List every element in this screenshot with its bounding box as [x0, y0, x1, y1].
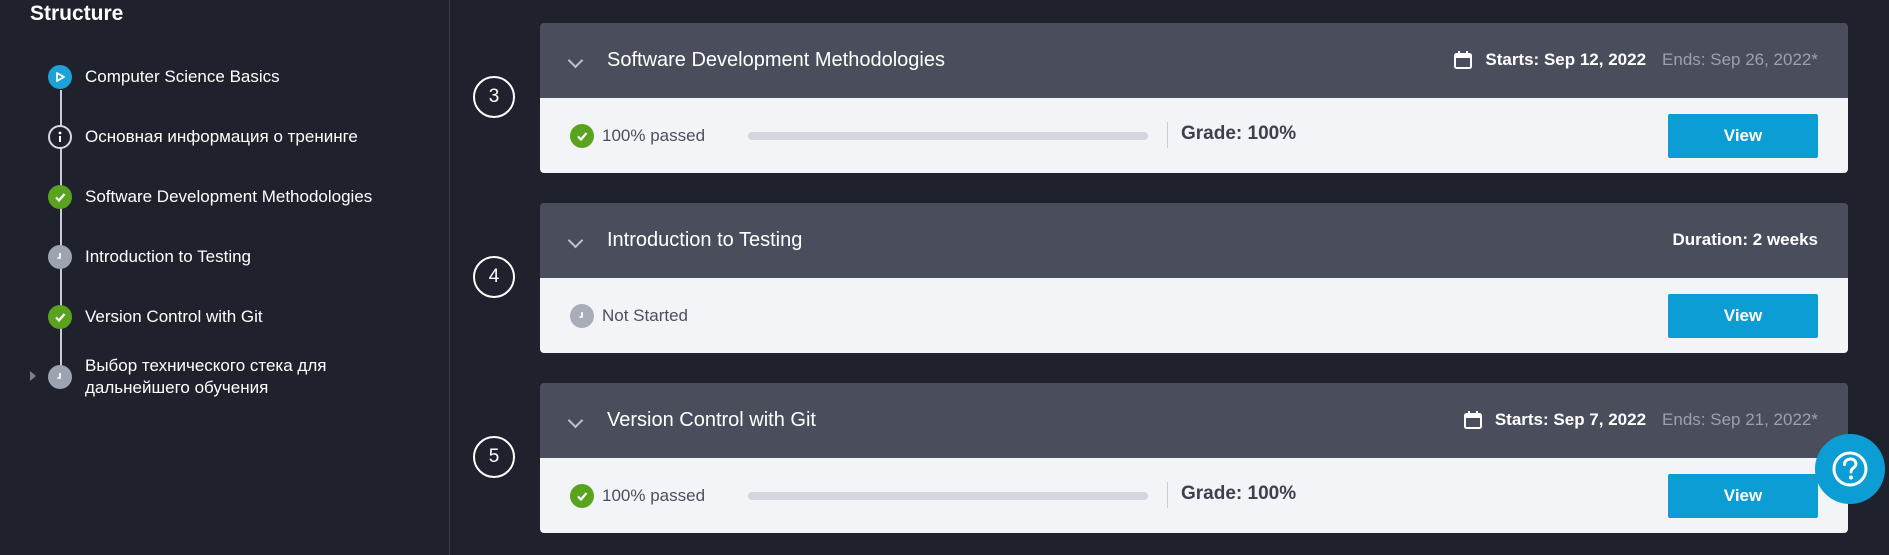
module-title: Version Control with Git: [607, 409, 816, 431]
sidebar-item-training-info[interactable]: Основная информация о тренинге: [48, 124, 358, 150]
sidebar-item-introduction-to-testing[interactable]: Introduction to Testing: [48, 244, 251, 270]
check-icon: [570, 484, 594, 508]
module-card: Version Control with Git Starts: Sep 7, …: [540, 383, 1848, 533]
status-text: 100% passed: [602, 126, 706, 145]
view-button[interactable]: View: [1668, 474, 1818, 518]
step-number: 5: [473, 436, 515, 478]
info-icon: [48, 125, 72, 149]
sidebar-item-tech-stack[interactable]: Выбор технического стека для дальнейшего…: [48, 352, 385, 402]
sidebar-item-label: Computer Science Basics: [85, 67, 280, 86]
start-date: Starts: Sep 7, 2022: [1494, 410, 1647, 429]
sidebar-item-software-development-methodologies[interactable]: Software Development Methodologies: [48, 184, 372, 210]
clock-icon: [570, 304, 594, 328]
module-title: Software Development Methodologies: [607, 49, 945, 71]
help-button[interactable]: [1815, 434, 1885, 504]
end-date: Ends: Sep 21, 2022*: [1662, 410, 1818, 429]
grade-text: Grade: 100%: [1181, 123, 1297, 144]
module-title: Introduction to Testing: [607, 229, 803, 251]
sidebar-item-computer-science-basics[interactable]: Computer Science Basics: [48, 64, 280, 90]
question-mark-icon: [1832, 451, 1868, 487]
play-icon: [48, 65, 72, 89]
module-card: Software Development Methodologies Start…: [540, 23, 1848, 173]
chevron-down-icon[interactable]: [567, 52, 584, 69]
sidebar-item-label: Выбор технического стека для дальнейшего…: [85, 356, 327, 397]
clock-icon: [48, 365, 72, 389]
status-text: Not Started: [602, 306, 688, 325]
progress-fill: [748, 132, 1148, 140]
structure-sidebar: Structure Computer Science Basics Основн…: [0, 0, 450, 555]
sidebar-item-label: Основная информация о тренинге: [85, 127, 358, 146]
view-button[interactable]: View: [1668, 294, 1818, 338]
chevron-down-icon[interactable]: [567, 412, 584, 429]
progress-fill: [748, 492, 1148, 500]
check-icon: [570, 124, 594, 148]
clock-icon: [48, 245, 72, 269]
module-status: 100% passed: [570, 484, 705, 508]
duration-text: Duration: 2 weeks: [1672, 230, 1819, 249]
grade-text: Grade: 100%: [1181, 483, 1297, 504]
module-body: 100% passed Grade: 100% View: [540, 458, 1848, 533]
module-card: Introduction to Testing Duration: 2 week…: [540, 203, 1848, 353]
sidebar-item-label: Version Control with Git: [85, 307, 263, 326]
step-number: 3: [473, 76, 515, 118]
progress-bar: [748, 492, 1148, 500]
expand-arrow-icon[interactable]: [30, 371, 36, 381]
progress-bar: [748, 132, 1148, 140]
sidebar-item-version-control-with-git[interactable]: Version Control with Git: [48, 304, 263, 330]
divider: [1167, 482, 1168, 508]
end-date: Ends: Sep 26, 2022*: [1662, 50, 1818, 69]
module-status: Not Started: [570, 304, 688, 328]
module-duration: Duration: 2 weeks: [1673, 227, 1819, 253]
module-body: Not Started View: [540, 278, 1848, 353]
start-date: Starts: Sep 12, 2022: [1485, 50, 1647, 69]
step-number: 4: [473, 256, 515, 298]
view-button[interactable]: View: [1668, 114, 1818, 158]
module-dates: Starts: Sep 7, 2022 Ends: Sep 21, 2022*: [1463, 407, 1818, 433]
module-body: 100% passed Grade: 100% View: [540, 98, 1848, 173]
divider: [1167, 122, 1168, 148]
chevron-down-icon[interactable]: [567, 232, 584, 249]
calendar-icon: [1463, 411, 1482, 429]
check-icon: [48, 185, 72, 209]
check-icon: [48, 305, 72, 329]
module-header[interactable]: Software Development Methodologies Start…: [540, 23, 1848, 98]
calendar-icon: [1454, 51, 1473, 69]
sidebar-title: Structure: [30, 2, 124, 25]
sidebar-item-label: Introduction to Testing: [85, 247, 252, 266]
module-status: 100% passed: [570, 124, 705, 148]
status-text: 100% passed: [602, 486, 706, 505]
module-header[interactable]: Introduction to Testing Duration: 2 week…: [540, 203, 1848, 278]
module-header[interactable]: Version Control with Git Starts: Sep 7, …: [540, 383, 1848, 458]
sidebar-item-label: Software Development Methodologies: [85, 187, 373, 206]
module-dates: Starts: Sep 12, 2022 Ends: Sep 26, 2022*: [1453, 47, 1818, 73]
